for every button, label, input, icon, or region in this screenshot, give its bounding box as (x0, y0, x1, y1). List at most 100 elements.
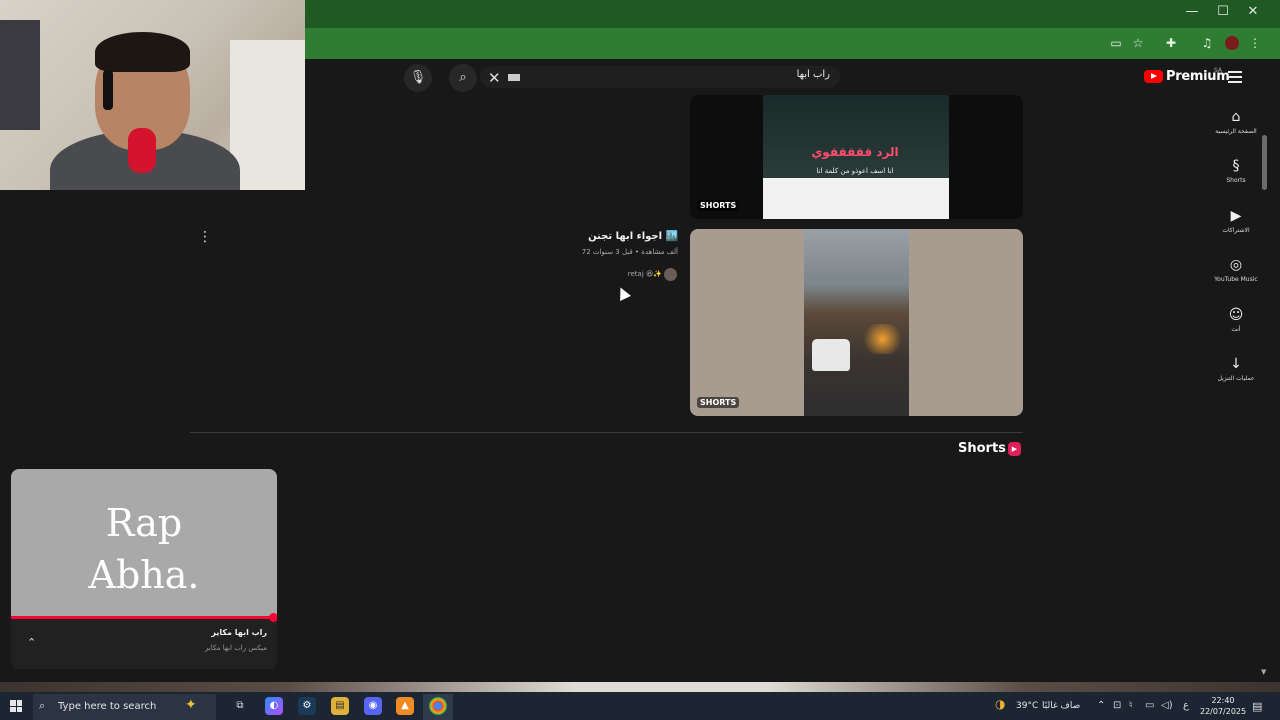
taskbar-search-placeholder: Type here to search (58, 701, 157, 712)
minimize-button[interactable]: — (1177, 4, 1207, 19)
subscriptions-icon: ▶ (1230, 208, 1242, 224)
steam-app-icon[interactable]: ⚙ (298, 697, 316, 715)
audio-app-icon[interactable]: ▲ (396, 697, 414, 715)
voice-search-icon[interactable]: 🎙 (404, 64, 432, 92)
sidebar-item-home[interactable]: ⌂ الصفحة الرئيسية (1208, 108, 1264, 135)
weather-icon[interactable]: ◑ (995, 697, 1005, 711)
miniplayer[interactable]: Rap Abha. راب ابها مكاير ميكس راب ابها م… (11, 469, 277, 669)
tray-volume-icon[interactable]: ◁) (1161, 700, 1173, 711)
sidebar-label: عمليات التنزيل (1217, 375, 1255, 382)
page-scrollbar[interactable] (1262, 135, 1267, 190)
text-caret (508, 74, 520, 81)
notifications-icon[interactable]: ▤ (1252, 700, 1262, 713)
channel-name[interactable]: retaj 😆✨ (628, 270, 662, 278)
hamburger-menu-icon[interactable] (1228, 71, 1242, 86)
search-query-text: راب ابها (796, 69, 830, 80)
miniplayer-progress-bar[interactable] (11, 616, 273, 619)
sidebar-label: أنت (1231, 326, 1241, 333)
clock-time: 22:40 (1211, 696, 1235, 705)
tray-app-icon[interactable]: ⊡ (1113, 700, 1121, 711)
download-icon: ↓ (1230, 356, 1242, 372)
system-clock[interactable]: 22:40 22/07/2025 (1200, 695, 1246, 717)
sidebar-label: الاشتراكات (1222, 227, 1250, 234)
thumbnail-subtitle: انا اسف اعوذو من كلمة انا (816, 167, 894, 175)
tray-network-icon[interactable]: ▭ (1145, 700, 1154, 711)
webcam-headphones (103, 70, 113, 110)
close-button[interactable]: ✕ (1238, 4, 1268, 19)
thumbnail-white-area (763, 178, 949, 219)
search-icon[interactable]: ⌕ (449, 64, 477, 92)
video-title[interactable]: اجواء ابها تجنن 🏙️ (588, 231, 678, 242)
thumbnail-image (804, 229, 909, 416)
webcam-overlay (0, 0, 305, 190)
discord-app-icon[interactable]: ◉ (364, 697, 382, 715)
video-thumbnail-1[interactable]: الرد قققققوي انا اسف اعوذو من كلمة انا S… (690, 95, 1023, 219)
more-options-icon[interactable]: ⋮ (198, 229, 212, 245)
screen: — ☐ ✕ ▭ ☆ ✚ ♫ ⋮ 🎙 ⌕ راب ابها ✕ Premium S… (0, 0, 1280, 720)
video-text-line1: Rap (105, 501, 183, 545)
weather-temperature[interactable]: 39°C (1016, 701, 1038, 711)
shorts-badge: SHORTS (697, 200, 740, 211)
sidebar-item-you[interactable]: ☺ أنت (1208, 306, 1264, 333)
youtube-play-icon (1144, 70, 1163, 83)
thumbnail-image (763, 95, 949, 178)
chrome-app-icon[interactable] (429, 697, 447, 715)
tray-mic-icon[interactable]: ♮ (1129, 700, 1133, 711)
webcam-microphone (128, 128, 156, 173)
maximize-button[interactable]: ☐ (1208, 4, 1238, 19)
section-divider (190, 432, 1023, 433)
music-icon: ◎ (1229, 257, 1243, 273)
clock-date: 22/07/2025 (1200, 707, 1247, 716)
weather-description[interactable]: صاف غالبًا (1042, 701, 1080, 711)
sidebar-item-downloads[interactable]: ↓ عمليات التنزيل (1208, 355, 1264, 382)
sidebar-item-shorts[interactable]: § Shorts (1208, 157, 1264, 184)
input-language[interactable]: ع (1183, 700, 1189, 711)
extensions-icon[interactable]: ✚ (1163, 35, 1179, 51)
home-icon: ⌂ (1231, 109, 1241, 125)
sidebar-label: Shorts (1226, 177, 1246, 184)
shorts-logo-icon: ▶ (1008, 442, 1021, 456)
miniplayer-progress-handle[interactable] (269, 613, 277, 622)
webcam-bottom-strip (0, 682, 1280, 692)
windows-start-icon[interactable] (10, 700, 22, 712)
region-code: SA (1214, 67, 1223, 74)
copilot-app-icon[interactable]: ◐ (265, 697, 283, 715)
shorts-badge: SHORTS (697, 397, 740, 408)
file-explorer-icon[interactable]: ▤ (331, 697, 349, 715)
clear-search-icon[interactable]: ✕ (488, 69, 501, 87)
scroll-down-icon[interactable]: ▼ (1261, 668, 1266, 676)
search-input[interactable]: راب ابها (480, 66, 840, 88)
thumbnail-car (812, 339, 850, 371)
expand-chevron-icon[interactable]: ⌃ (27, 636, 36, 649)
sidebar-item-music[interactable]: ◎ YouTube Music (1208, 256, 1264, 283)
video-meta: 72 ألف مشاهدة • قبل 3 سنوات (581, 248, 678, 256)
miniplayer-subtitle: ميكس راب ابها مكاير (204, 644, 267, 652)
user-icon: ☺ (1228, 307, 1244, 323)
browser-titlebar (305, 0, 1280, 28)
shorts-icon: § (1232, 158, 1240, 174)
profile-icon[interactable] (1225, 36, 1239, 50)
star-icon[interactable]: ☆ (1130, 35, 1146, 51)
tray-chevron-icon[interactable]: ⌃ (1097, 700, 1105, 711)
sidebar-item-subscriptions[interactable]: ▶ الاشتراكات (1208, 207, 1264, 234)
cast-icon[interactable]: ▭ (1108, 35, 1124, 51)
miniplayer-video-text: Rap Abha. (11, 497, 277, 601)
mouse-cursor (615, 285, 631, 301)
channel-avatar[interactable] (664, 268, 677, 281)
browser-menu-icon[interactable]: ⋮ (1247, 35, 1263, 51)
sidebar-label: YouTube Music (1214, 276, 1258, 283)
taskbar-search-icon: ⌕ (39, 699, 46, 712)
sidebar-label: الصفحة الرئيسية (1215, 128, 1257, 135)
webcam-chair (230, 40, 305, 190)
webcam-person-hair (95, 32, 190, 72)
miniplayer-title: راب ابها مكاير (211, 628, 267, 637)
webcam-shelf (0, 20, 40, 130)
media-icon[interactable]: ♫ (1199, 35, 1215, 51)
video-thumbnail-2[interactable]: SHORTS (690, 229, 1023, 416)
thumbnail-lights (860, 324, 905, 354)
thumbnail-caption: الرد قققققوي (811, 145, 899, 159)
task-view-icon[interactable]: ⧉ (231, 697, 249, 715)
miniplayer-video[interactable]: Rap Abha. (11, 469, 277, 618)
copilot-sparkle-icon[interactable]: ✦ (185, 697, 197, 713)
shorts-section-title: Shorts (958, 441, 1006, 456)
